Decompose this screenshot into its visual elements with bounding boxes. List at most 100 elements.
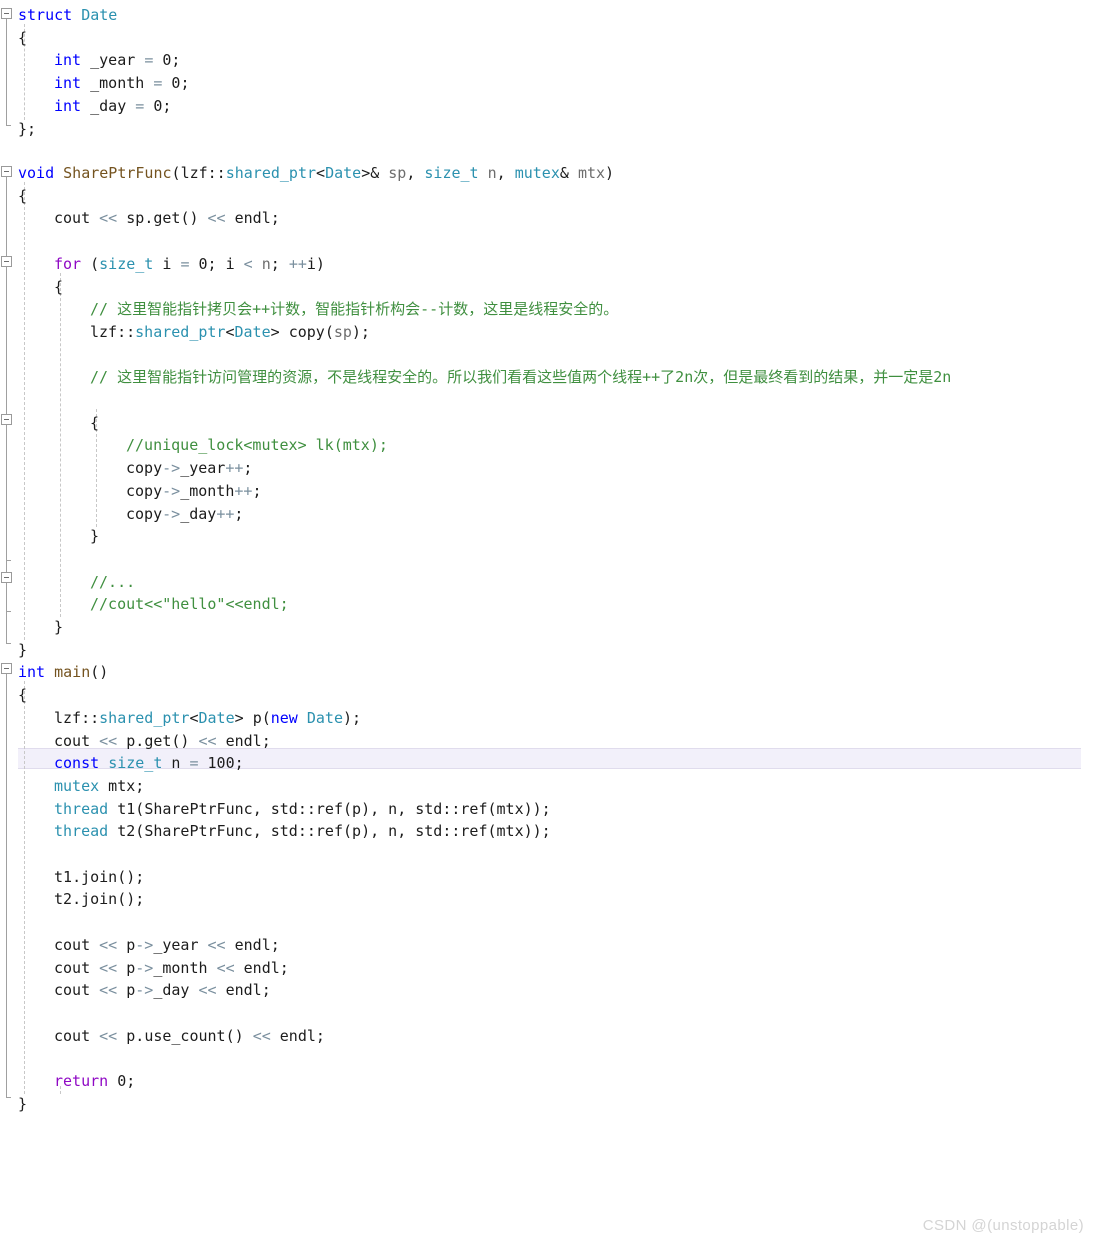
code-token: p bbox=[352, 822, 362, 841]
code-token: < bbox=[189, 708, 199, 727]
code-token: << bbox=[207, 209, 226, 228]
code-token: shared_ptr bbox=[225, 164, 317, 182]
code-line[interactable]: cout << p->_day << endl; bbox=[0, 979, 271, 1002]
code-token: -> bbox=[135, 981, 154, 1000]
code-line[interactable]: for (size_t i = 0; i < n; ++i) bbox=[0, 253, 325, 276]
code-line[interactable]: mutex mtx; bbox=[0, 775, 144, 798]
code-token: join bbox=[81, 890, 118, 909]
code-token: 0 bbox=[198, 254, 208, 273]
code-token: , bbox=[406, 164, 425, 182]
code-token: mutex bbox=[54, 776, 100, 795]
code-line[interactable]: { bbox=[0, 27, 27, 50]
code-token: ), bbox=[361, 799, 389, 818]
code-line[interactable]: thread t2(SharePtrFunc, std::ref(p), n, … bbox=[0, 820, 551, 843]
code-token: >& bbox=[361, 164, 389, 182]
code-token: ; bbox=[315, 1026, 325, 1045]
code-line[interactable]: //unique_lock<mutex> lk(mtx); bbox=[0, 434, 388, 457]
code-token: ; bbox=[261, 981, 271, 1000]
code-line[interactable]: copy->_year++; bbox=[0, 457, 252, 480]
code-line[interactable]: } bbox=[0, 525, 99, 548]
code-token: endl bbox=[216, 731, 262, 750]
code-line[interactable]: int _month = 0; bbox=[0, 72, 189, 95]
code-line[interactable]: t1.join(); bbox=[0, 866, 144, 889]
code-token: int bbox=[54, 51, 82, 70]
code-line[interactable]: cout << p.get() << endl; bbox=[0, 730, 271, 753]
code-line[interactable]: const size_t n = 100; bbox=[0, 752, 244, 775]
code-line[interactable]: thread t1(SharePtrFunc, std::ref(p), n, … bbox=[0, 798, 551, 821]
code-token: p bbox=[117, 958, 136, 977]
code-token: endl bbox=[216, 981, 262, 1000]
code-token: = bbox=[135, 96, 145, 115]
code-line[interactable]: cout << p->_year << endl; bbox=[0, 934, 280, 957]
code-line[interactable]: { bbox=[0, 276, 63, 299]
code-token: ; bbox=[234, 504, 244, 523]
code-line[interactable]: int _year = 0; bbox=[0, 49, 180, 72]
code-line[interactable]: t2.join(); bbox=[0, 888, 144, 911]
code-token: i bbox=[225, 254, 244, 273]
code-line[interactable]: lzf::shared_ptr<Date> copy(sp); bbox=[0, 321, 370, 344]
code-token: ( bbox=[261, 708, 271, 727]
code-token: shared_ptr bbox=[99, 708, 190, 727]
code-token: copy bbox=[126, 481, 163, 500]
code-token: :: bbox=[81, 708, 100, 727]
code-token: ), bbox=[361, 822, 389, 841]
code-token: & bbox=[559, 164, 578, 182]
code-token: // 这里智能指针访问管理的资源，不是线程安全的。所以我们看看这些值两个线程++… bbox=[90, 368, 952, 387]
code-line[interactable]: } bbox=[0, 639, 27, 662]
code-line[interactable]: cout << p->_month << endl; bbox=[0, 957, 289, 980]
code-line[interactable]: //... bbox=[0, 571, 135, 594]
code-line[interactable]: { bbox=[0, 185, 27, 208]
code-token: << bbox=[252, 1026, 271, 1045]
code-token: _day bbox=[81, 96, 136, 115]
code-line[interactable]: } bbox=[0, 1093, 27, 1116]
code-text-area[interactable]: struct Date{int _year = 0; int _month = 0… bbox=[0, 0, 1098, 1248]
code-token: . bbox=[135, 731, 145, 750]
code-token: cout bbox=[54, 209, 100, 228]
code-token: } bbox=[54, 618, 64, 636]
code-token: :: bbox=[117, 322, 136, 341]
code-token: n bbox=[162, 754, 190, 773]
code-line[interactable]: { bbox=[0, 684, 27, 707]
code-token: () bbox=[90, 663, 109, 682]
code-token: ++ bbox=[288, 254, 307, 273]
code-token: lzf bbox=[54, 708, 82, 727]
code-token: _year bbox=[153, 935, 208, 954]
code-line[interactable]: int main() bbox=[0, 661, 108, 684]
code-token: main bbox=[54, 663, 91, 682]
code-token: { bbox=[90, 413, 100, 432]
code-token: mtx bbox=[99, 776, 136, 795]
code-line[interactable]: } bbox=[0, 616, 63, 639]
code-line[interactable]: struct Date bbox=[0, 4, 117, 27]
code-token: use_count bbox=[144, 1026, 226, 1045]
code-token: ++ bbox=[225, 459, 244, 478]
code-line[interactable]: }; bbox=[0, 118, 36, 141]
code-line[interactable]: { bbox=[0, 412, 99, 435]
code-token: int bbox=[54, 96, 82, 115]
code-line[interactable]: return 0; bbox=[0, 1070, 135, 1093]
code-token: lzf bbox=[180, 164, 208, 182]
code-token: _day bbox=[180, 504, 217, 523]
code-token: ; bbox=[180, 74, 190, 93]
code-line[interactable]: cout << p.use_count() << endl; bbox=[0, 1025, 325, 1048]
code-line[interactable]: lzf::shared_ptr<Date> p(new Date); bbox=[0, 707, 361, 730]
code-line[interactable]: //cout<<"hello"<<endl; bbox=[0, 593, 289, 616]
code-line[interactable]: // 这里智能指针访问管理的资源，不是线程安全的。所以我们看看这些值两个线程++… bbox=[0, 366, 951, 389]
code-token: ; bbox=[234, 754, 244, 773]
code-token: , bbox=[252, 822, 271, 841]
code-token: std bbox=[415, 799, 443, 818]
code-line[interactable]: copy->_month++; bbox=[0, 480, 261, 503]
code-line[interactable]: // 这里智能指针拷贝会++计数，智能指针析构会--计数，这里是线程安全的。 bbox=[0, 298, 618, 321]
code-line[interactable]: void SharePtrFunc(lzf::shared_ptr<Date>&… bbox=[0, 162, 614, 185]
code-token: struct bbox=[18, 6, 73, 24]
code-line[interactable]: copy->_day++; bbox=[0, 503, 243, 526]
code-line[interactable]: int _day = 0; bbox=[0, 95, 171, 118]
csdn-watermark: CSDN @(unstoppable) bbox=[922, 1217, 1084, 1234]
code-token: return bbox=[54, 1072, 109, 1090]
code-editor-surface[interactable]: struct Date{int _year = 0; int _month = 0… bbox=[0, 0, 1098, 1248]
code-line[interactable]: cout << sp.get() << endl; bbox=[0, 207, 280, 230]
code-token: :: bbox=[207, 164, 226, 182]
code-token: ++ bbox=[216, 504, 235, 523]
code-token: Date bbox=[234, 322, 271, 341]
